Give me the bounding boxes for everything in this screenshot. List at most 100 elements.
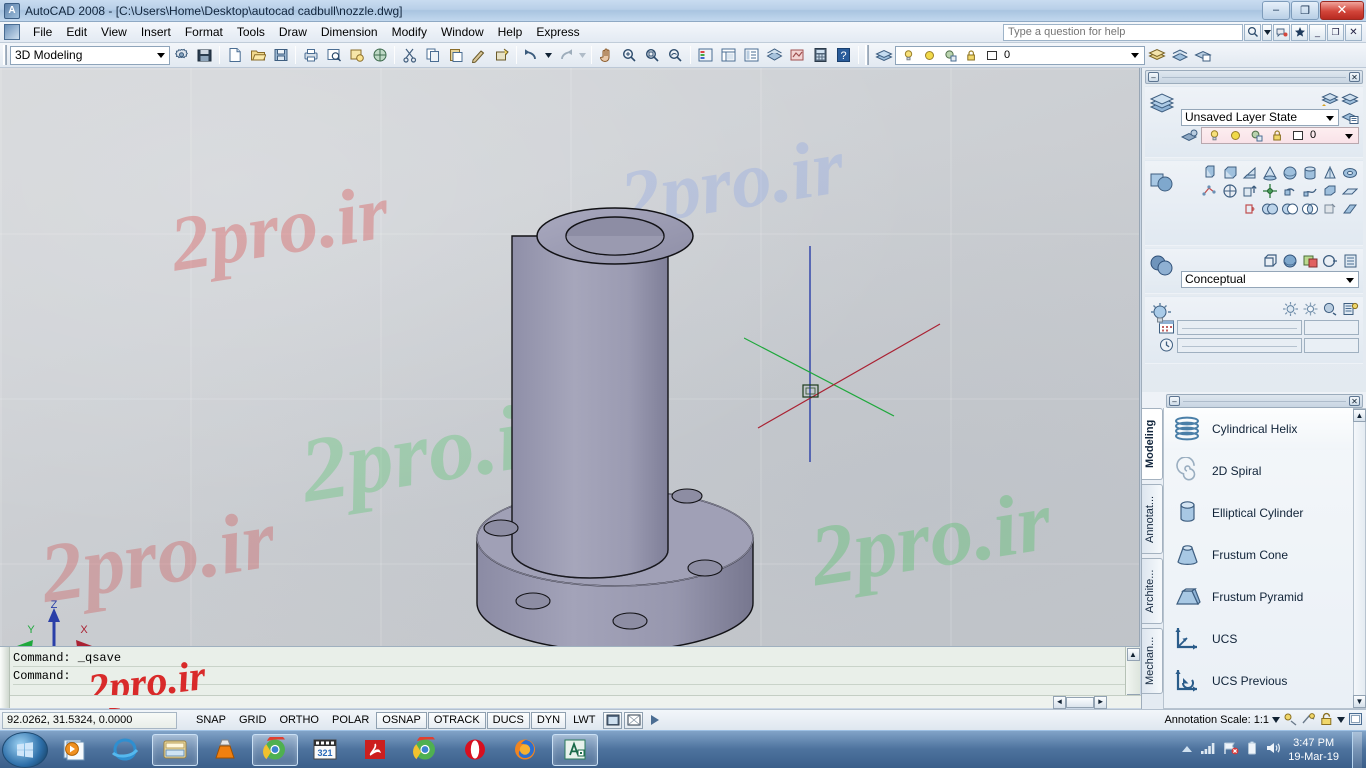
lightbulb-icon[interactable] [1205, 126, 1223, 144]
statusbar-toggle-dyn[interactable]: DYN [530, 711, 567, 729]
tab-architectural[interactable]: Archite... [1142, 558, 1163, 624]
date-value[interactable] [1304, 319, 1359, 335]
visual-style-icon[interactable] [1149, 253, 1175, 279]
undo-icon[interactable] [521, 45, 542, 66]
menu-modify[interactable]: Modify [385, 23, 434, 41]
cut-icon[interactable] [399, 45, 420, 66]
markup-icon[interactable] [787, 45, 808, 66]
layer-state-select[interactable]: Unsaved Layer State [1181, 108, 1339, 126]
command-window[interactable]: Command: _qsave Command: 2pro.ir ◄ ► ▲ ▼ [0, 646, 1150, 713]
statusbar-toggle-ortho[interactable]: ORTHO [273, 712, 325, 729]
lock-icon[interactable] [962, 46, 980, 64]
pan-icon[interactable] [596, 45, 617, 66]
workspace-settings-icon[interactable] [171, 45, 192, 66]
light-icon[interactable] [1149, 301, 1175, 327]
paste-icon[interactable] [445, 45, 466, 66]
save-icon[interactable] [270, 45, 291, 66]
publish-icon[interactable] [346, 45, 367, 66]
close-button[interactable]: ✕ [1320, 0, 1364, 20]
point-light-icon[interactable] [1281, 300, 1299, 318]
tab-mechanical[interactable]: Mechan... [1142, 628, 1163, 694]
app-menu-icon[interactable] [4, 24, 20, 40]
light-list-icon[interactable] [1341, 300, 1359, 318]
taskbar-item-klite-codec[interactable]: 321 [302, 734, 348, 766]
sphere-icon[interactable] [1281, 164, 1299, 182]
open-icon[interactable] [247, 45, 268, 66]
menu-help[interactable]: Help [491, 23, 530, 41]
layer-manager-icon[interactable] [1341, 90, 1359, 108]
sun-icon[interactable] [1226, 126, 1244, 144]
show-desktop-button[interactable] [1352, 731, 1362, 768]
command-history[interactable]: Command: _qsave Command: 2pro.ir ◄ ► [10, 647, 1150, 713]
chevron-down-icon[interactable] [1337, 714, 1345, 726]
tool-palette-list[interactable]: Cylindrical Helix 2D Spiral Elliptical C… [1163, 408, 1355, 709]
close-icon[interactable]: ✕ [1349, 72, 1360, 82]
paper-space-icon[interactable] [624, 711, 644, 729]
style-manager-icon[interactable] [1341, 252, 1359, 270]
drawing-canvas[interactable]: 2pro.ir 2pro.ir 2pro.ir 2pro.ir 2pro.ir [0, 68, 1140, 646]
taskbar-item-adobe-reader[interactable] [352, 734, 398, 766]
hscroll-thumb[interactable] [1066, 696, 1094, 708]
time-slider[interactable] [1177, 337, 1302, 353]
move-gizmo-icon[interactable] [1261, 182, 1279, 200]
scroll-up-button[interactable]: ▲ [1126, 648, 1140, 661]
loft-icon[interactable] [1321, 182, 1339, 200]
doc-close-button[interactable]: ✕ [1345, 23, 1362, 41]
layers-icon[interactable] [873, 45, 894, 66]
menu-express[interactable]: Express [529, 23, 586, 41]
taskbar-item-opera[interactable] [452, 734, 498, 766]
tab-annotation[interactable]: Annotat... [1142, 484, 1163, 554]
toolpalettes-icon[interactable] [741, 45, 762, 66]
chevron-down-icon[interactable] [544, 45, 553, 66]
toolbar-grip[interactable] [3, 45, 7, 65]
lightbulb-icon[interactable] [899, 46, 917, 64]
taskbar-item-chrome[interactable] [252, 733, 298, 766]
scroll-up-button[interactable]: ▲ [1353, 409, 1366, 422]
list-item[interactable]: Frustum Pyramid [1164, 576, 1354, 618]
command-hscrollbar[interactable]: ◄ ► [10, 695, 1150, 709]
toolbar-grip[interactable] [865, 45, 869, 65]
revolve-icon[interactable] [1281, 182, 1299, 200]
annotation-visibility-icon[interactable] [1283, 712, 1298, 729]
statusbar-toggle-osnap[interactable]: OSNAP [376, 711, 427, 729]
helix-icon[interactable] [1201, 182, 1219, 200]
union-icon[interactable] [1261, 200, 1279, 218]
wedge-icon[interactable] [1241, 164, 1259, 182]
layer-prop-icon[interactable] [1181, 126, 1199, 144]
sweep-icon[interactable] [1301, 182, 1319, 200]
layer-state-manager-icon[interactable] [1341, 108, 1359, 126]
taskbar-item-explorer[interactable] [152, 733, 198, 766]
action-center-icon[interactable] [1223, 741, 1239, 758]
copy-icon[interactable] [422, 45, 443, 66]
close-icon[interactable]: ✕ [1349, 396, 1360, 406]
menu-file[interactable]: File [26, 23, 59, 41]
cone-icon[interactable] [1261, 164, 1279, 182]
properties-icon[interactable] [695, 45, 716, 66]
layer-current-control[interactable]: 0 [1201, 126, 1359, 144]
collapse-button[interactable]: – [1148, 72, 1159, 82]
tool-palette-scrollbar[interactable]: ▲ ▼ [1353, 408, 1366, 709]
chevron-down-icon[interactable] [1262, 23, 1272, 41]
zoom-window-icon[interactable] [642, 45, 663, 66]
network-icon[interactable] [1200, 741, 1216, 758]
time-icon[interactable] [1157, 336, 1175, 354]
taskbar-item-chrome-2[interactable] [402, 734, 448, 766]
help-search-input[interactable] [1003, 23, 1243, 41]
statusbar-toggle-ducs[interactable]: DUCS [486, 711, 530, 729]
maximize-button[interactable]: ❐ [1291, 0, 1319, 20]
command-line[interactable]: Command: [13, 667, 1125, 685]
doc-restore-button[interactable]: ❐ [1327, 23, 1344, 41]
taskbar-item-internet-explorer[interactable] [102, 734, 148, 766]
menu-draw[interactable]: Draw [272, 23, 314, 41]
menu-insert[interactable]: Insert [134, 23, 178, 41]
blockeditor-icon[interactable] [491, 45, 512, 66]
date-slider[interactable] [1177, 319, 1302, 335]
time-value[interactable] [1304, 337, 1359, 353]
menu-window[interactable]: Window [434, 23, 491, 41]
taskbar-item-autocad[interactable] [552, 733, 598, 766]
model-space-icon[interactable] [603, 711, 623, 729]
spot-light-icon[interactable] [1301, 300, 1319, 318]
taskbar-item-vlc[interactable] [202, 734, 248, 766]
realistic-icon[interactable] [1301, 252, 1319, 270]
presspull-icon[interactable] [1241, 182, 1259, 200]
